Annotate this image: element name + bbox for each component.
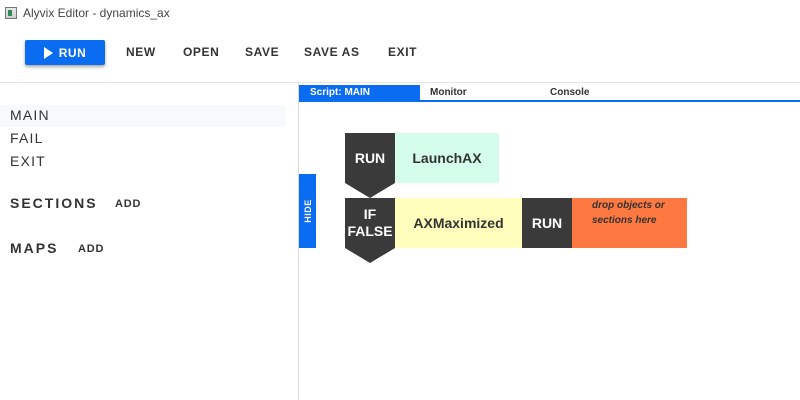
- tab-console[interactable]: Console: [550, 85, 589, 100]
- hide-tab-label: HIDE: [302, 199, 313, 223]
- tab-script-main-label: Script: MAIN: [310, 87, 370, 98]
- run-button-label: RUN: [58, 45, 87, 60]
- tab-console-label: Console: [550, 87, 590, 98]
- new-button[interactable]: NEW: [126, 45, 156, 59]
- exit-button[interactable]: EXIT: [388, 45, 417, 59]
- toolbar: RUN NEW OPEN SAVE SAVE AS EXIT: [0, 26, 800, 82]
- add-section-button[interactable]: ADD: [115, 198, 141, 210]
- tab-monitor-label: Monitor: [430, 87, 467, 98]
- open-button[interactable]: OPEN: [183, 45, 219, 59]
- run-button[interactable]: RUN: [25, 40, 105, 65]
- window-title: Alyvix Editor - dynamics_ax: [23, 6, 170, 20]
- drop-zone-text-line1: drop objects or: [592, 200, 665, 211]
- maps-heading: MAPS: [10, 240, 59, 256]
- false-label: FALSE: [347, 223, 393, 239]
- sidebar-item-main[interactable]: MAIN: [10, 107, 50, 123]
- tab-script-main[interactable]: Script: MAIN: [299, 85, 420, 100]
- if-label: IF: [363, 206, 377, 222]
- hide-sidebar-tab[interactable]: HIDE: [299, 174, 316, 248]
- launchax-object-block[interactable]: LaunchAX: [395, 133, 499, 183]
- tabs-underline: [299, 100, 800, 102]
- sections-heading: SECTIONS: [10, 195, 98, 211]
- sidebar-item-fail[interactable]: FAIL: [10, 130, 44, 146]
- play-icon: [43, 46, 53, 59]
- launchax-object-label: LaunchAX: [412, 150, 482, 166]
- app-icon: [5, 7, 17, 19]
- inner-run-keyword-block[interactable]: RUN: [522, 198, 572, 248]
- sidebar-item-exit[interactable]: EXIT: [10, 153, 46, 169]
- save-as-button[interactable]: SAVE AS: [304, 45, 360, 59]
- inner-run-keyword-label: RUN: [531, 214, 563, 231]
- window-title-bar: Alyvix Editor - dynamics_ax: [0, 0, 800, 26]
- tab-monitor[interactable]: Monitor: [430, 85, 467, 100]
- axmaximized-object-label: AXMaximized: [413, 215, 504, 231]
- run-keyword-label: RUN: [354, 149, 386, 166]
- sidebar: MAIN FAIL EXIT SECTIONS ADD MAPS ADD: [0, 83, 299, 400]
- drop-zone-text-line2: sections here: [592, 215, 657, 226]
- save-button[interactable]: SAVE: [245, 45, 279, 59]
- axmaximized-object-block[interactable]: AXMaximized: [395, 198, 522, 248]
- if-false-keyword-block[interactable]: IF FALSE: [345, 198, 395, 263]
- add-map-button[interactable]: ADD: [78, 243, 104, 255]
- run-keyword-block[interactable]: RUN: [345, 133, 395, 198]
- drop-zone[interactable]: drop objects or sections here: [572, 198, 687, 248]
